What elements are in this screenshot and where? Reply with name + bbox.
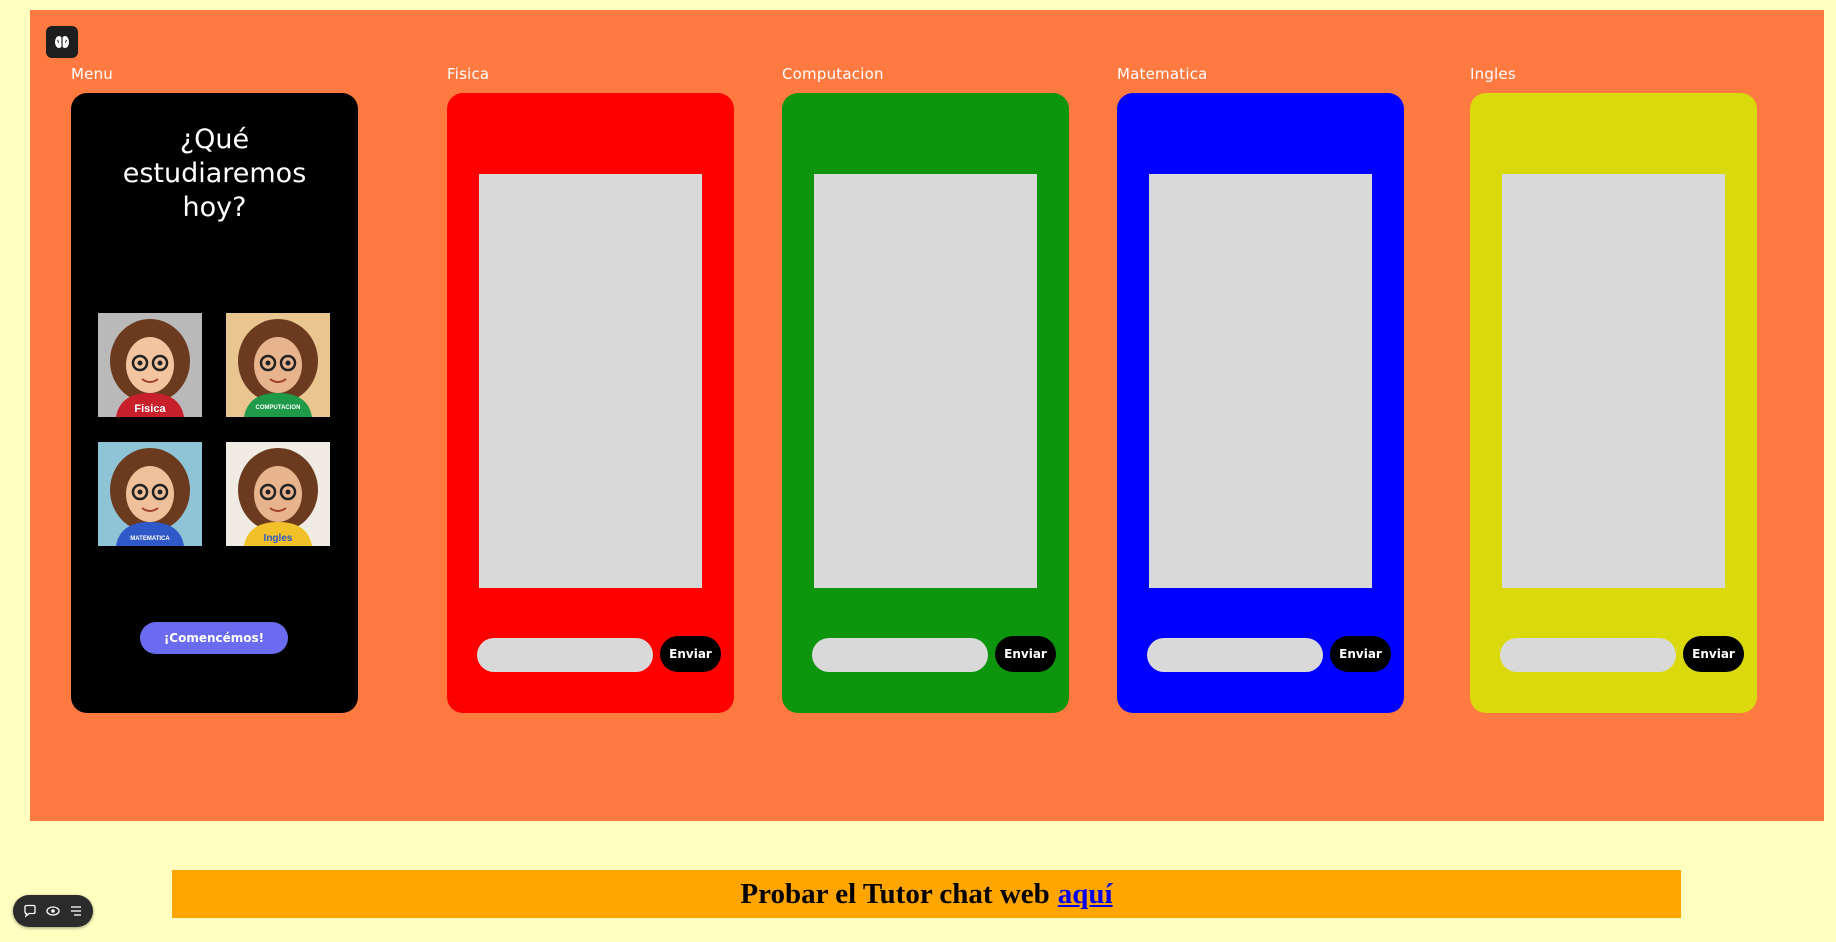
frame-menu[interactable]: ¿Qué estudiaremos hoy? Fisica COMPUTACIO… (71, 93, 358, 713)
chat-input[interactable] (1147, 638, 1323, 672)
send-button[interactable]: Enviar (1683, 636, 1744, 672)
avatar-ingles-shirt-text: Ingles (264, 533, 293, 544)
app-logo[interactable] (46, 26, 78, 58)
frame-label-computacion: Computacion (782, 65, 884, 83)
avatar-ingles[interactable]: Ingles (226, 442, 330, 546)
send-button[interactable]: Enviar (1330, 636, 1391, 672)
frame-label-matematica: Matematica (1117, 65, 1208, 83)
avatar-ingles-image: Ingles (226, 442, 330, 546)
frame-label-ingles: Ingles (1470, 65, 1516, 83)
avatar-matematica-image: MATEMATICA (98, 442, 202, 546)
avatar-fisica[interactable]: Fisica (98, 313, 202, 417)
frame-label-menu: Menu (71, 65, 113, 83)
chat-input[interactable] (812, 638, 988, 672)
send-button[interactable]: Enviar (660, 636, 721, 672)
brain-icon (55, 36, 69, 48)
comment-icon[interactable] (21, 902, 39, 920)
send-button[interactable]: Enviar (995, 636, 1056, 672)
tutor-banner: Probar el Tutor chat web aquí (172, 870, 1681, 918)
avatar-fisica-image: Fisica (98, 313, 202, 417)
banner-link[interactable]: aquí (1058, 878, 1113, 911)
floating-toolbar (13, 895, 93, 927)
frame-computacion[interactable]: Enviar (782, 93, 1069, 713)
chat-input[interactable] (1500, 638, 1676, 672)
menu-title: ¿Qué estudiaremos hoy? (122, 124, 307, 223)
avatar-computacion-shirt-text: COMPUTACION (256, 405, 301, 411)
chat-input[interactable] (477, 638, 653, 672)
frame-label-fisica: Fisica (447, 65, 490, 83)
avatar-matematica-shirt-text: MATEMATICA (130, 536, 170, 542)
avatar-computacion[interactable]: COMPUTACION (226, 313, 330, 417)
list-icon[interactable] (67, 902, 85, 920)
chat-area (1502, 174, 1725, 588)
frame-matematica[interactable]: Enviar (1117, 93, 1404, 713)
chat-area (479, 174, 702, 588)
banner-text: Probar el Tutor chat web (740, 877, 1050, 910)
frame-fisica[interactable]: Enviar (447, 93, 734, 713)
design-canvas: Menu ¿Qué estudiaremos hoy? Fisica COMPU… (30, 10, 1824, 821)
avatar-fisica-shirt-text: Fisica (134, 403, 166, 415)
avatar-matematica[interactable]: MATEMATICA (98, 442, 202, 546)
chat-area (814, 174, 1037, 588)
start-button[interactable]: ¡Comencémos! (140, 622, 288, 654)
avatar-computacion-image: COMPUTACION (226, 313, 330, 417)
eye-icon[interactable] (44, 902, 62, 920)
frame-ingles[interactable]: Enviar (1470, 93, 1757, 713)
chat-area (1149, 174, 1372, 588)
